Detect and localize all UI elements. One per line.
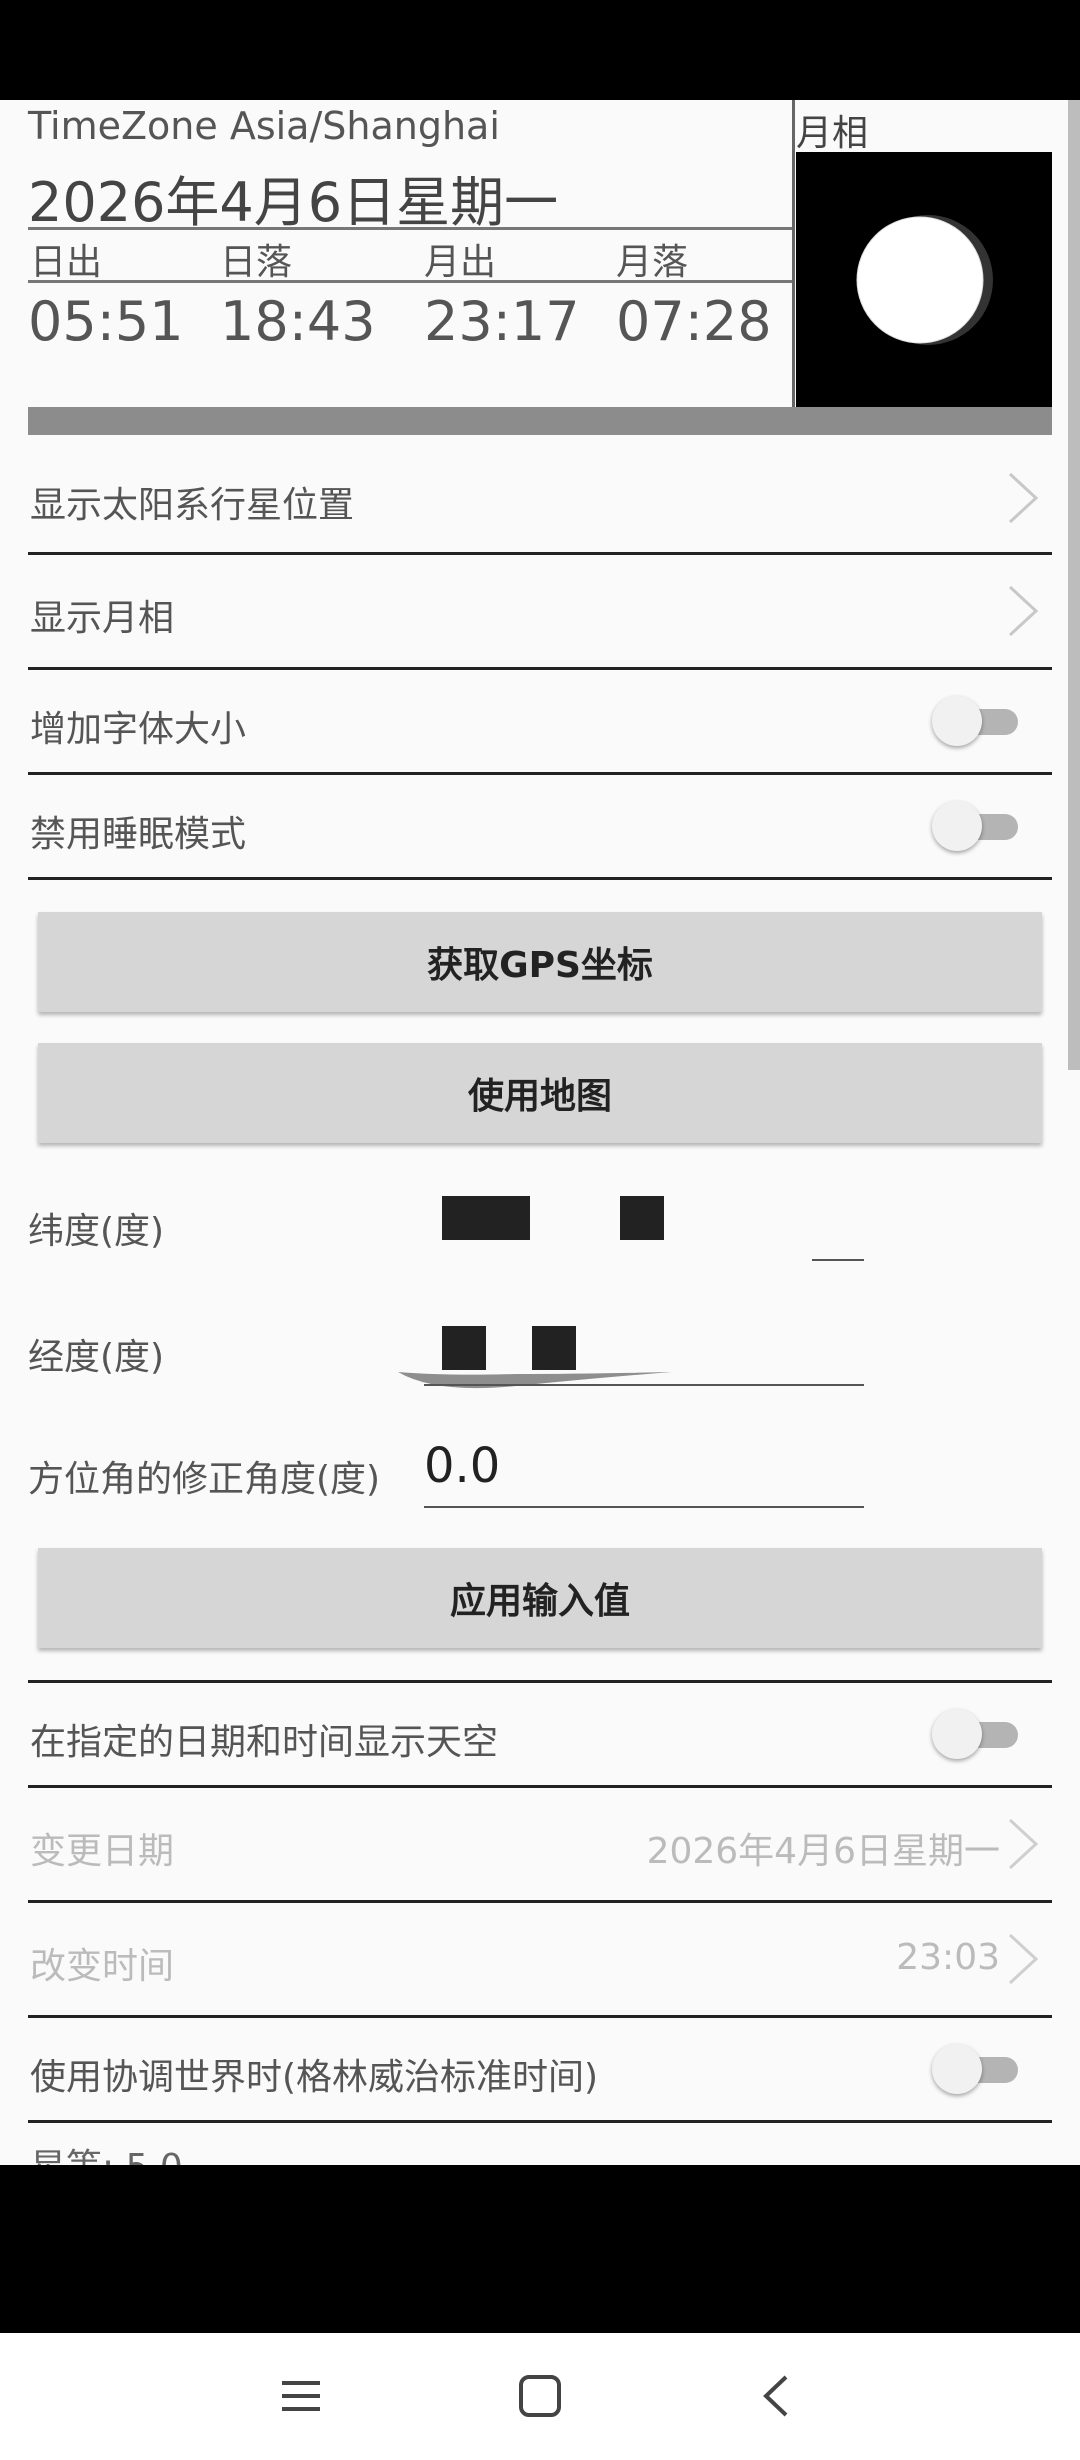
navigation-bar (0, 2333, 1080, 2460)
header-divider (28, 280, 792, 283)
longitude-smudge (398, 1372, 672, 1389)
nav-strip (0, 2165, 1080, 2333)
moonset-label: 月落 (616, 242, 689, 283)
moonrise-time: 23:17 (424, 290, 580, 353)
home-icon[interactable] (505, 2361, 575, 2431)
show-moon-phase-label: 显示月相 (30, 598, 175, 639)
show-moon-phase-row[interactable]: 显示月相 (28, 555, 1052, 670)
info-header: TimeZone Asia/Shanghai 2026年4月6日星期一 日出 日… (28, 100, 792, 405)
show-sky-at-date-label: 在指定的日期和时间显示天空 (30, 1722, 499, 1763)
chevron-right-icon (1008, 472, 1039, 524)
header-bottom-bar (28, 407, 1052, 435)
moon-icon (856, 215, 993, 345)
use-utc-row[interactable]: 使用协调世界时(格林威治标准时间) (28, 2018, 1052, 2123)
show-sky-at-date-toggle[interactable] (932, 1709, 1022, 1759)
chevron-right-icon (1008, 585, 1039, 637)
longitude-redaction (532, 1326, 576, 1370)
scrollbar[interactable] (1068, 100, 1080, 1070)
header-divider (28, 227, 792, 230)
increase-font-label: 增加字体大小 (30, 709, 247, 750)
change-date-label: 变更日期 (30, 1831, 175, 1872)
chevron-right-icon (1008, 1933, 1039, 1985)
menu-icon[interactable] (266, 2361, 336, 2431)
show-planets-row[interactable]: 显示太阳系行星位置 (28, 442, 1052, 555)
azimuth-label: 方位角的修正角度(度) (28, 1459, 381, 1500)
change-date-value: 2026年4月6日星期一 (646, 1831, 1000, 1872)
change-time-row[interactable]: 改变时间 23:03 (28, 1903, 1052, 2018)
moon-divider (792, 100, 795, 407)
latitude-input[interactable] (812, 1259, 864, 1261)
disable-sleep-row[interactable]: 禁用睡眠模式 (28, 775, 1052, 880)
back-icon[interactable] (742, 2361, 812, 2431)
longitude-redaction (442, 1326, 486, 1370)
disable-sleep-toggle[interactable] (932, 801, 1022, 851)
chevron-right-icon (1008, 1818, 1039, 1870)
moonrise-label: 月出 (424, 242, 497, 283)
change-date-row[interactable]: 变更日期 2026年4月6日星期一 (28, 1788, 1052, 1903)
azimuth-input[interactable]: 0.0 (424, 1438, 500, 1494)
show-sky-at-date-row[interactable]: 在指定的日期和时间显示天空 (28, 1683, 1052, 1788)
moon-phase-image (796, 152, 1052, 408)
apply-input-button[interactable]: 应用输入值 (38, 1548, 1042, 1648)
app-content: TimeZone Asia/Shanghai 2026年4月6日星期一 日出 日… (0, 100, 1080, 2165)
use-map-button[interactable]: 使用地图 (38, 1043, 1042, 1143)
star-magnitude-row[interactable]: 星等: 5.0 (30, 2138, 183, 2165)
longitude-label: 经度(度) (28, 1337, 165, 1378)
sunset-time: 18:43 (220, 290, 376, 353)
get-gps-button[interactable]: 获取GPS坐标 (38, 912, 1042, 1012)
increase-font-row[interactable]: 增加字体大小 (28, 670, 1052, 775)
current-date: 2026年4月6日星期一 (28, 171, 559, 234)
increase-font-toggle[interactable] (932, 696, 1022, 746)
latitude-redaction (442, 1196, 530, 1240)
use-utc-toggle[interactable] (932, 2044, 1022, 2094)
azimuth-underline (424, 1506, 864, 1508)
moonset-time: 07:28 (616, 290, 772, 353)
sunrise-time: 05:51 (28, 290, 184, 353)
longitude-input[interactable] (424, 1384, 864, 1386)
sunset-label: 日落 (220, 242, 293, 283)
show-planets-label: 显示太阳系行星位置 (30, 485, 355, 526)
status-bar (0, 0, 1080, 100)
timezone-label: TimeZone Asia/Shanghai (28, 104, 500, 148)
latitude-label: 纬度(度) (28, 1211, 165, 1252)
use-utc-label: 使用协调世界时(格林威治标准时间) (30, 2057, 599, 2098)
disable-sleep-label: 禁用睡眠模式 (30, 814, 247, 855)
sunrise-label: 日出 (30, 242, 103, 283)
change-time-value: 23:03 (896, 1937, 1000, 1978)
moon-phase-title: 月相 (796, 113, 869, 154)
latitude-redaction (620, 1196, 664, 1240)
change-time-label: 改变时间 (30, 1946, 175, 1987)
